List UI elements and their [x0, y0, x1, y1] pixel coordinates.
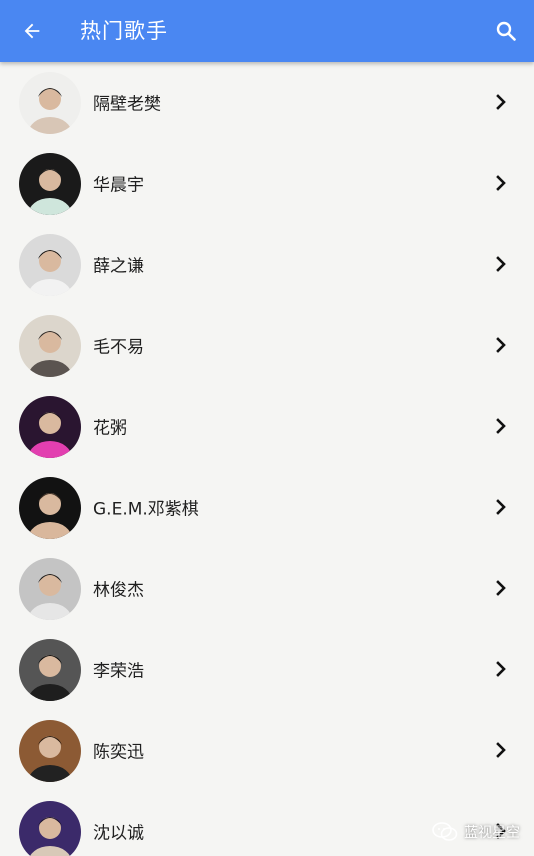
- search-button[interactable]: [486, 11, 526, 51]
- singer-name: 毛不易: [93, 337, 144, 358]
- singer-name: 花粥: [93, 418, 127, 439]
- chevron-right-icon: [494, 93, 508, 111]
- singer-name: G.E.M.邓紫棋: [93, 499, 199, 520]
- list-item[interactable]: 花粥: [0, 386, 534, 467]
- watermark: 蓝视星空: [432, 822, 520, 842]
- avatar: [19, 234, 81, 296]
- avatar: [19, 720, 81, 782]
- chevron-right-icon: [494, 174, 508, 192]
- chevron-right-icon: [494, 498, 508, 516]
- list-item[interactable]: 林俊杰: [0, 548, 534, 629]
- singer-name: 沈以诚: [93, 823, 144, 844]
- app-bar: 热门歌手: [0, 0, 534, 62]
- avatar: [19, 396, 81, 458]
- chevron-right-icon: [494, 660, 508, 678]
- avatar: [19, 153, 81, 215]
- list-item[interactable]: 隔壁老樊: [0, 62, 534, 143]
- chevron-right-icon: [494, 255, 508, 273]
- chevron-right-icon: [494, 741, 508, 759]
- singer-name: 林俊杰: [93, 580, 144, 601]
- list-item[interactable]: 陈奕迅: [0, 710, 534, 791]
- singer-name: 华晨宇: [93, 175, 144, 196]
- avatar: [19, 477, 81, 539]
- list-item[interactable]: 毛不易: [0, 305, 534, 386]
- avatar: [19, 558, 81, 620]
- arrow-left-icon: [24, 23, 40, 39]
- singer-list: 隔壁老樊华晨宇薛之谦毛不易花粥 G.E.M.邓紫棋 林俊杰李荣浩陈奕迅沈以诚: [0, 62, 534, 856]
- avatar: [19, 72, 81, 134]
- singer-name: 隔壁老樊: [93, 94, 161, 115]
- avatar: [19, 801, 81, 856]
- chevron-right-icon: [494, 579, 508, 597]
- search-icon: [496, 21, 516, 41]
- list-item[interactable]: 华晨宇: [0, 143, 534, 224]
- page-title: 热门歌手: [80, 19, 168, 43]
- chevron-right-icon: [494, 336, 508, 354]
- list-item[interactable]: 李荣浩: [0, 629, 534, 710]
- watermark-text: 蓝视星空: [464, 825, 520, 841]
- back-button[interactable]: [12, 11, 52, 51]
- list-item[interactable]: 薛之谦: [0, 224, 534, 305]
- singer-name: 薛之谦: [93, 256, 144, 277]
- wechat-icon: [432, 822, 458, 841]
- list-item[interactable]: G.E.M.邓紫棋: [0, 467, 534, 548]
- singer-name: 陈奕迅: [93, 742, 144, 763]
- singer-name: 李荣浩: [93, 661, 144, 682]
- avatar: [19, 315, 81, 377]
- avatar: [19, 639, 81, 701]
- chevron-right-icon: [494, 417, 508, 435]
